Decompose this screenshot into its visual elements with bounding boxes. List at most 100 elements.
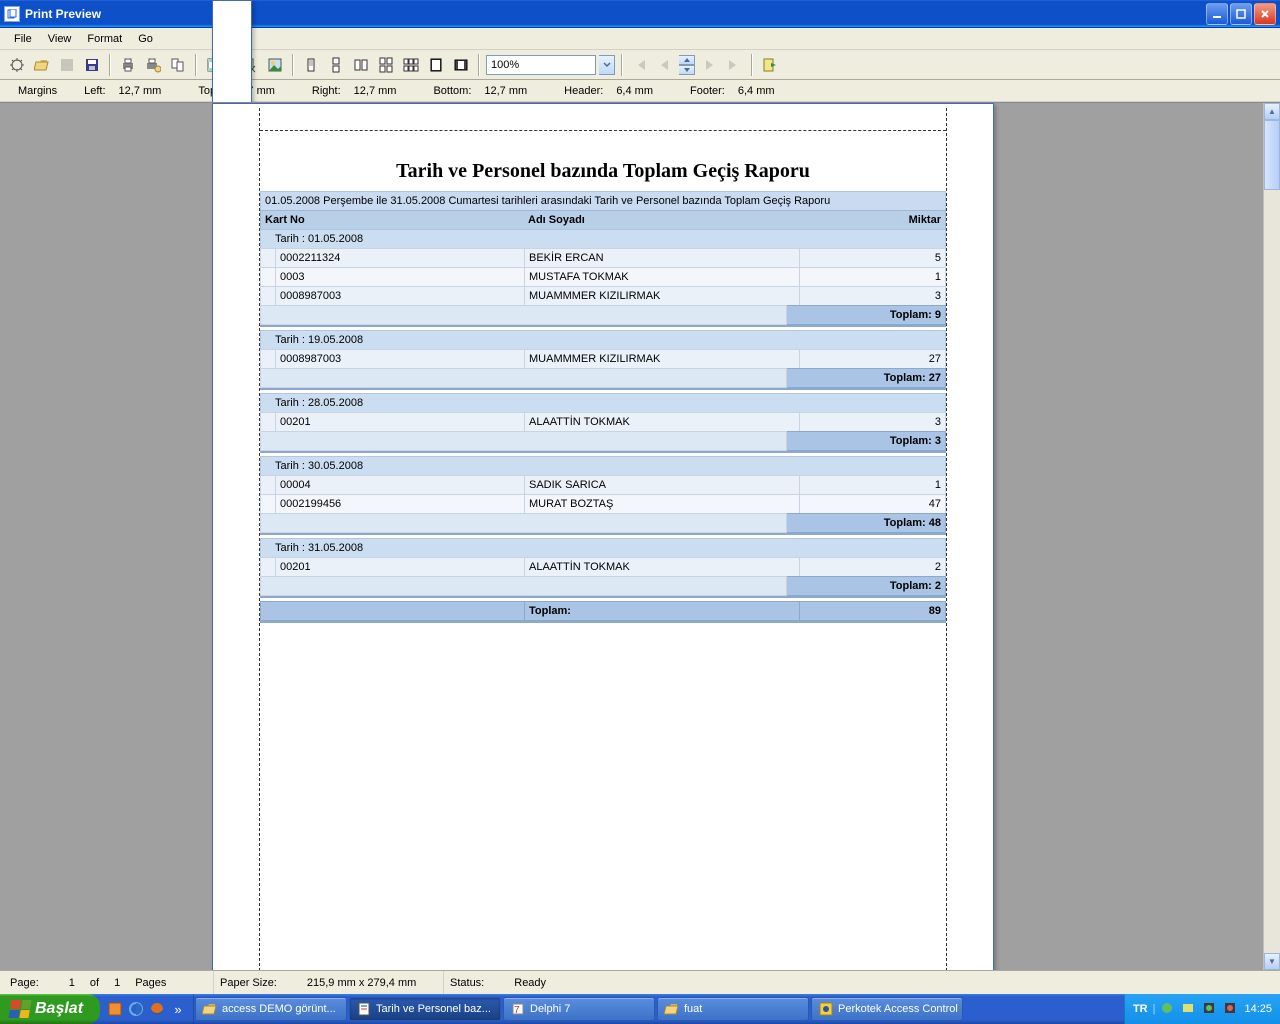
data-row: 0008987003MUAMMMER KIZILIRMAK3 — [260, 286, 946, 306]
quick-launch-icon-1[interactable] — [106, 1000, 124, 1018]
view-twopages-button[interactable] — [375, 54, 397, 76]
window-titlebar: Print Preview — [0, 0, 1280, 28]
language-indicator[interactable]: TR — [1133, 1003, 1148, 1015]
grand-total-value: 89 — [799, 602, 945, 620]
scroll-down-button[interactable]: ▼ — [1264, 953, 1280, 970]
data-row: 0002211324BEKİR ERCAN5 — [260, 248, 946, 268]
scroll-thumb[interactable] — [1264, 120, 1280, 190]
taskbar-item[interactable]: access DEMO görünt... — [195, 997, 347, 1021]
status-bar: Page: 1 of 1 Pages Paper Size: 215,9 mm … — [0, 970, 1280, 994]
close-preview-button[interactable] — [759, 54, 781, 76]
taskbar-item[interactable]: 7 Delphi 7 — [503, 997, 655, 1021]
view-wholepage-button[interactable] — [450, 54, 472, 76]
col-adisoyadi: Adı Soyadı — [524, 211, 799, 229]
tray-icon-2[interactable] — [1181, 1001, 1197, 1017]
group-header: Tarih : 31.05.2008 — [260, 538, 946, 558]
print-button[interactable] — [117, 54, 139, 76]
page-preview: Tarih ve Personel bazında Toplam Geçiş R… — [212, 103, 994, 970]
page-setup-button[interactable] — [167, 54, 189, 76]
svg-text:7: 7 — [514, 1005, 520, 1016]
quick-launch-more-icon[interactable]: » — [169, 1000, 187, 1018]
vertical-scrollbar[interactable]: ▲ ▼ — [1263, 103, 1280, 970]
view-multipage-button[interactable] — [400, 54, 422, 76]
clock[interactable]: 14:25 — [1244, 1003, 1272, 1015]
tray-icon-3[interactable] — [1202, 1001, 1218, 1017]
menu-go[interactable]: Go — [130, 31, 161, 47]
data-row: 00201ALAATTİN TOKMAK3 — [260, 412, 946, 432]
background-button[interactable] — [264, 54, 286, 76]
cell-adisoyadi: ALAATTİN TOKMAK — [524, 413, 799, 431]
tray-icon-1[interactable] — [1160, 1001, 1176, 1017]
report-description: 01.05.2008 Perşembe ile 31.05.2008 Cumar… — [260, 191, 946, 211]
page-spin-up[interactable] — [679, 55, 695, 65]
status-pages: Pages — [120, 977, 166, 989]
view-singlepage-button[interactable] — [300, 54, 322, 76]
cell-miktar: 2 — [799, 558, 945, 576]
close-button[interactable] — [1254, 3, 1276, 25]
status-of: of — [75, 977, 114, 989]
preview-area: Tarih ve Personel bazında Toplam Geçiş R… — [0, 102, 1280, 970]
scroll-up-button[interactable]: ▲ — [1264, 103, 1280, 120]
minimize-button[interactable] — [1206, 3, 1228, 25]
quick-launch: » — [100, 994, 194, 1024]
nav-prev-button — [654, 54, 676, 76]
taskbar-item-label: Delphi 7 — [530, 1003, 570, 1015]
start-button[interactable]: Başlat — [0, 994, 100, 1024]
taskbar-item-icon — [356, 1001, 372, 1017]
margin-footer-label: Footer: — [676, 85, 735, 97]
taskbar-item-icon — [664, 1001, 680, 1017]
menu-view[interactable]: View — [40, 31, 80, 47]
open-button[interactable] — [31, 54, 53, 76]
cell-kartno: 0002199456 — [275, 495, 524, 513]
cell-miktar: 1 — [799, 268, 945, 286]
taskbar-item-label: Perkotek Access Control — [838, 1003, 958, 1015]
taskbar-item[interactable]: fuat — [657, 997, 809, 1021]
zoom-input[interactable] — [486, 55, 596, 75]
grand-total-row: Toplam: 89 — [260, 601, 946, 621]
save-button[interactable] — [81, 54, 103, 76]
margin-left-value: 12,7 mm — [119, 85, 182, 97]
nav-next-button — [698, 54, 720, 76]
menu-format[interactable]: Format — [79, 31, 130, 47]
taskbar-item-label: Tarih ve Personel baz... — [376, 1003, 491, 1015]
cell-kartno: 0003 — [275, 268, 524, 286]
view-pagewidth-button[interactable] — [425, 54, 447, 76]
group-header: Tarih : 28.05.2008 — [260, 393, 946, 413]
margin-header-label: Header: — [550, 85, 613, 97]
margins-label: Margins — [4, 85, 67, 97]
start-label: Başlat — [35, 1000, 83, 1018]
margin-bottom-label: Bottom: — [419, 85, 481, 97]
view-facing-button[interactable] — [350, 54, 372, 76]
cell-adisoyadi: SADIK SARICA — [524, 476, 799, 494]
cell-miktar: 27 — [799, 350, 945, 368]
subtotal-value: Toplam: 2 — [787, 576, 946, 596]
tray-icon-4[interactable] — [1223, 1001, 1239, 1017]
col-kartno: Kart No — [261, 211, 524, 229]
taskbar-item[interactable]: Perkotek Access Control — [811, 997, 963, 1021]
col-miktar: Miktar — [799, 211, 945, 229]
report-title: Tarih ve Personel bazında Toplam Geçiş R… — [260, 152, 946, 191]
subtotal-row: Toplam: 9 — [260, 305, 946, 325]
cell-kartno: 0008987003 — [275, 350, 524, 368]
menu-bar: File View Format Go — [0, 28, 1280, 50]
design-button[interactable] — [6, 54, 28, 76]
cell-miktar: 1 — [799, 476, 945, 494]
quick-launch-firefox-icon[interactable] — [148, 1000, 166, 1018]
zoom-dropdown[interactable] — [599, 55, 615, 75]
cell-kartno: 00201 — [275, 558, 524, 576]
print-dialog-button[interactable] — [142, 54, 164, 76]
quick-launch-icon-2[interactable] — [127, 1000, 145, 1018]
subtotal-row: Toplam: 3 — [260, 431, 946, 451]
cell-kartno: 0002211324 — [275, 249, 524, 267]
maximize-button[interactable] — [1230, 3, 1252, 25]
page-spin-down[interactable] — [679, 65, 695, 75]
window-title: Print Preview — [25, 7, 1206, 21]
taskbar-item-icon — [818, 1001, 834, 1017]
view-continuous-button[interactable] — [325, 54, 347, 76]
cell-miktar: 3 — [799, 413, 945, 431]
subtotal-row: Toplam: 2 — [260, 576, 946, 596]
taskbar-item[interactable]: Tarih ve Personel baz... — [349, 997, 501, 1021]
cell-adisoyadi: MUAMMMER KIZILIRMAK — [524, 350, 799, 368]
menu-file[interactable]: File — [6, 31, 40, 47]
cell-adisoyadi: BEKİR ERCAN — [524, 249, 799, 267]
